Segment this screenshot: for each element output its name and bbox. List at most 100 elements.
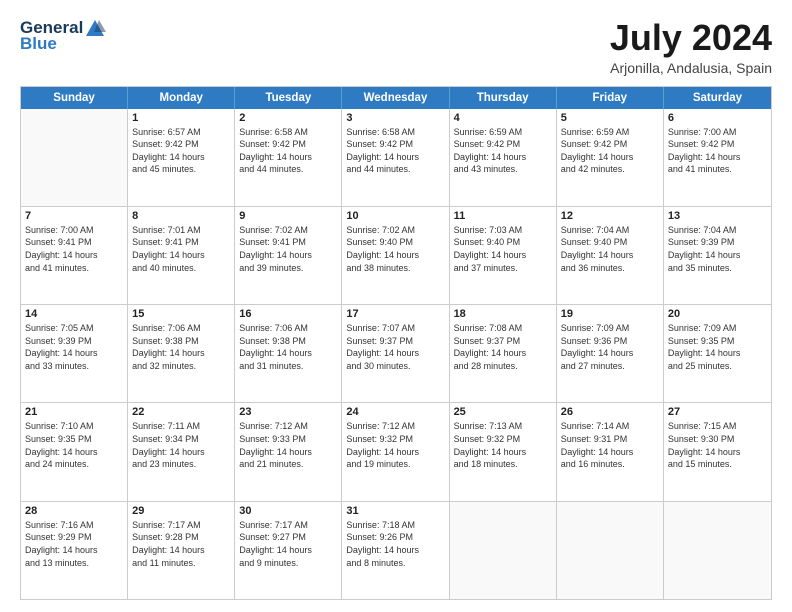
cell-info-line: Sunrise: 7:06 AM bbox=[239, 322, 337, 335]
cell-info-line: and 38 minutes. bbox=[346, 262, 444, 275]
cell-info-line: Sunrise: 7:17 AM bbox=[132, 519, 230, 532]
day-number: 21 bbox=[25, 406, 123, 418]
cell-info-line: Sunrise: 6:59 AM bbox=[454, 126, 552, 139]
logo-blue-text: Blue bbox=[20, 34, 57, 53]
day-number: 18 bbox=[454, 308, 552, 320]
header-day-tuesday: Tuesday bbox=[235, 87, 342, 109]
calendar-row-1: 7Sunrise: 7:00 AMSunset: 9:41 PMDaylight… bbox=[21, 206, 771, 304]
cell-info-line: and 44 minutes. bbox=[346, 163, 444, 176]
cal-cell-r1-c2: 9Sunrise: 7:02 AMSunset: 9:41 PMDaylight… bbox=[235, 207, 342, 304]
cell-info-line: Daylight: 14 hours bbox=[346, 347, 444, 360]
cell-info-line: Daylight: 14 hours bbox=[346, 544, 444, 557]
cell-info-line: Sunset: 9:42 PM bbox=[454, 138, 552, 151]
cell-info-line: and 44 minutes. bbox=[239, 163, 337, 176]
day-number: 29 bbox=[132, 505, 230, 517]
header-day-monday: Monday bbox=[128, 87, 235, 109]
day-number: 10 bbox=[346, 210, 444, 222]
cell-info-line: and 27 minutes. bbox=[561, 360, 659, 373]
cell-info-line: and 19 minutes. bbox=[346, 458, 444, 471]
header-day-friday: Friday bbox=[557, 87, 664, 109]
logo: General Blue bbox=[20, 18, 107, 54]
cal-cell-r0-c1: 1Sunrise: 6:57 AMSunset: 9:42 PMDaylight… bbox=[128, 109, 235, 206]
day-number: 12 bbox=[561, 210, 659, 222]
cell-info-line: Sunrise: 7:01 AM bbox=[132, 224, 230, 237]
cell-info-line: Sunset: 9:32 PM bbox=[346, 433, 444, 446]
header-day-saturday: Saturday bbox=[664, 87, 771, 109]
header-day-sunday: Sunday bbox=[21, 87, 128, 109]
cell-info-line: Sunrise: 7:12 AM bbox=[239, 420, 337, 433]
cal-cell-r2-c2: 16Sunrise: 7:06 AMSunset: 9:38 PMDayligh… bbox=[235, 305, 342, 402]
cell-info-line: Sunset: 9:40 PM bbox=[561, 236, 659, 249]
day-number: 27 bbox=[668, 406, 767, 418]
cell-info-line: Sunset: 9:41 PM bbox=[239, 236, 337, 249]
cal-cell-r2-c4: 18Sunrise: 7:08 AMSunset: 9:37 PMDayligh… bbox=[450, 305, 557, 402]
cell-info-line: and 41 minutes. bbox=[668, 163, 767, 176]
cell-info-line: Sunset: 9:28 PM bbox=[132, 531, 230, 544]
day-number: 31 bbox=[346, 505, 444, 517]
cell-info-line: and 21 minutes. bbox=[239, 458, 337, 471]
cell-info-line: Sunset: 9:30 PM bbox=[668, 433, 767, 446]
cell-info-line: Sunrise: 7:13 AM bbox=[454, 420, 552, 433]
cal-cell-r3-c5: 26Sunrise: 7:14 AMSunset: 9:31 PMDayligh… bbox=[557, 403, 664, 500]
cal-cell-r0-c5: 5Sunrise: 6:59 AMSunset: 9:42 PMDaylight… bbox=[557, 109, 664, 206]
cell-info-line: Sunset: 9:33 PM bbox=[239, 433, 337, 446]
cal-cell-r3-c0: 21Sunrise: 7:10 AMSunset: 9:35 PMDayligh… bbox=[21, 403, 128, 500]
cell-info-line: Sunset: 9:29 PM bbox=[25, 531, 123, 544]
day-number: 3 bbox=[346, 112, 444, 124]
cell-info-line: Sunset: 9:37 PM bbox=[454, 335, 552, 348]
cell-info-line: Sunset: 9:41 PM bbox=[25, 236, 123, 249]
cell-info-line: Daylight: 14 hours bbox=[346, 249, 444, 262]
day-number: 24 bbox=[346, 406, 444, 418]
cal-cell-r0-c2: 2Sunrise: 6:58 AMSunset: 9:42 PMDaylight… bbox=[235, 109, 342, 206]
cal-cell-r2-c6: 20Sunrise: 7:09 AMSunset: 9:35 PMDayligh… bbox=[664, 305, 771, 402]
day-number: 6 bbox=[668, 112, 767, 124]
logo-icon bbox=[84, 18, 106, 38]
cell-info-line: and 33 minutes. bbox=[25, 360, 123, 373]
cell-info-line: and 42 minutes. bbox=[561, 163, 659, 176]
header: General Blue July 2024 Arjonilla, Andalu… bbox=[20, 18, 772, 76]
cell-info-line: Sunrise: 7:11 AM bbox=[132, 420, 230, 433]
cell-info-line: Sunset: 9:34 PM bbox=[132, 433, 230, 446]
day-number: 2 bbox=[239, 112, 337, 124]
cell-info-line: Sunset: 9:35 PM bbox=[25, 433, 123, 446]
cell-info-line: Daylight: 14 hours bbox=[561, 249, 659, 262]
cell-info-line: and 8 minutes. bbox=[346, 557, 444, 570]
cell-info-line: Daylight: 14 hours bbox=[454, 249, 552, 262]
cell-info-line: Sunset: 9:35 PM bbox=[668, 335, 767, 348]
cell-info-line: and 15 minutes. bbox=[668, 458, 767, 471]
cell-info-line: Sunrise: 7:05 AM bbox=[25, 322, 123, 335]
cell-info-line: and 41 minutes. bbox=[25, 262, 123, 275]
cal-cell-r0-c3: 3Sunrise: 6:58 AMSunset: 9:42 PMDaylight… bbox=[342, 109, 449, 206]
day-number: 15 bbox=[132, 308, 230, 320]
day-number: 13 bbox=[668, 210, 767, 222]
cal-cell-r3-c3: 24Sunrise: 7:12 AMSunset: 9:32 PMDayligh… bbox=[342, 403, 449, 500]
cell-info-line: and 39 minutes. bbox=[239, 262, 337, 275]
cell-info-line: Sunrise: 7:00 AM bbox=[668, 126, 767, 139]
cell-info-line: and 37 minutes. bbox=[454, 262, 552, 275]
cell-info-line: and 11 minutes. bbox=[132, 557, 230, 570]
cal-cell-r3-c1: 22Sunrise: 7:11 AMSunset: 9:34 PMDayligh… bbox=[128, 403, 235, 500]
cell-info-line: Daylight: 14 hours bbox=[668, 249, 767, 262]
cell-info-line: Daylight: 14 hours bbox=[132, 544, 230, 557]
cal-cell-r1-c6: 13Sunrise: 7:04 AMSunset: 9:39 PMDayligh… bbox=[664, 207, 771, 304]
cell-info-line: Sunset: 9:39 PM bbox=[25, 335, 123, 348]
calendar-row-2: 14Sunrise: 7:05 AMSunset: 9:39 PMDayligh… bbox=[21, 304, 771, 402]
cell-info-line: and 36 minutes. bbox=[561, 262, 659, 275]
cell-info-line: Sunrise: 7:15 AM bbox=[668, 420, 767, 433]
cell-info-line: Sunset: 9:40 PM bbox=[346, 236, 444, 249]
cell-info-line: Sunrise: 7:04 AM bbox=[668, 224, 767, 237]
calendar: SundayMondayTuesdayWednesdayThursdayFrid… bbox=[20, 86, 772, 600]
cell-info-line: Sunrise: 7:07 AM bbox=[346, 322, 444, 335]
day-number: 30 bbox=[239, 505, 337, 517]
cal-cell-r4-c4 bbox=[450, 502, 557, 599]
cal-cell-r2-c0: 14Sunrise: 7:05 AMSunset: 9:39 PMDayligh… bbox=[21, 305, 128, 402]
day-number: 17 bbox=[346, 308, 444, 320]
cell-info-line: Sunset: 9:40 PM bbox=[454, 236, 552, 249]
cell-info-line: Sunset: 9:31 PM bbox=[561, 433, 659, 446]
day-number: 28 bbox=[25, 505, 123, 517]
cal-cell-r4-c5 bbox=[557, 502, 664, 599]
cell-info-line: Sunrise: 7:03 AM bbox=[454, 224, 552, 237]
cell-info-line: Sunset: 9:26 PM bbox=[346, 531, 444, 544]
cell-info-line: Daylight: 14 hours bbox=[346, 151, 444, 164]
cell-info-line: Sunset: 9:42 PM bbox=[239, 138, 337, 151]
